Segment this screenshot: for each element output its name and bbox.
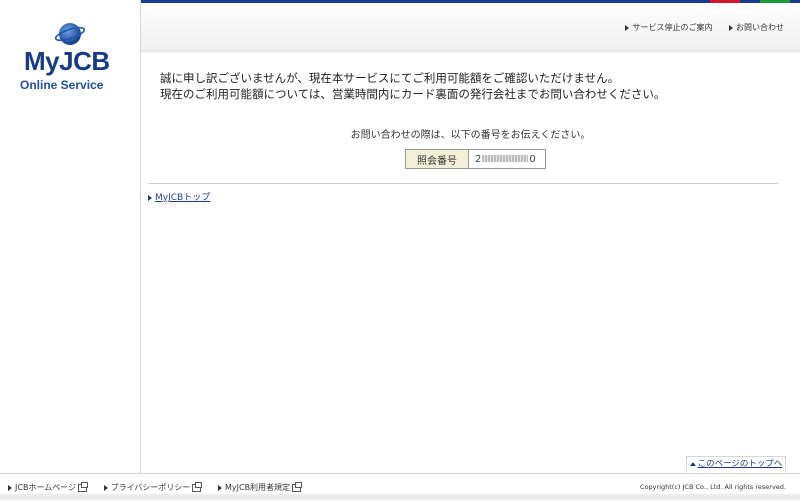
error-message: 誠に申し訳ございませんが、現在本サービスにてご利用可能額をご確認いただけません。… [160,70,790,102]
terms-link[interactable]: MyJCB利用者規定 [217,481,303,492]
myjcb-top-link-row: MyJCBトップ [148,190,210,203]
page-top-tab: このページのトップへ [686,456,786,471]
page-top-link[interactable]: このページのトップへ [689,459,782,469]
masked-digits [482,155,529,162]
triangle-right-icon [217,484,222,491]
reference-number-table: 照会番号 20 [405,149,546,169]
myjcb-logo[interactable]: MyJCB Online Service [18,18,128,98]
triangle-up-icon [689,461,696,466]
triangle-right-icon [729,24,733,31]
sidebar: MyJCB Online Service [0,0,141,473]
bottom-bar [0,494,800,500]
external-window-icon [192,481,203,492]
jcb-homepage-link[interactable]: JCBホームページ [8,481,89,492]
reference-number-label: 照会番号 [405,149,469,169]
triangle-right-icon [625,24,630,31]
globe-logo-icon [54,23,86,45]
brand-name: MyJCB [24,46,110,76]
message-line-1: 誠に申し訳ございませんが、現在本サービスにてご利用可能額をご確認いただけません。 [160,71,620,85]
contact-link[interactable]: お問い合わせ [729,23,784,32]
header: サービス停止のご案内 お問い合わせ [141,3,800,52]
myjcb-top-link[interactable]: MyJCBトップ [148,193,210,203]
header-links: サービス停止のご案内 お問い合わせ [611,22,784,33]
privacy-policy-link[interactable]: プライバシーポリシー [103,481,203,492]
external-window-icon [292,481,303,492]
triangle-right-icon [8,484,12,491]
message-line-2: 現在のご利用可能額については、営業時間内にカード裏面の発行会社までお問い合わせく… [160,87,666,101]
external-window-icon [78,481,89,492]
copyright: Copyright(c) JCB Co., Ltd. All rights re… [640,483,786,491]
footer-links: JCBホームページ プライバシーポリシー MyJCB利用者規定 [8,481,315,493]
reference-notice: お問い合わせの際は、以下の番号をお伝えください。 [350,130,591,141]
brand-subtitle: Online Service [20,78,104,92]
reference-number-value: 20 [468,149,546,169]
divider [148,183,778,184]
service-suspension-link[interactable]: サービス停止のご案内 [625,23,712,32]
triangle-right-icon [148,194,152,201]
triangle-right-icon [103,484,108,491]
